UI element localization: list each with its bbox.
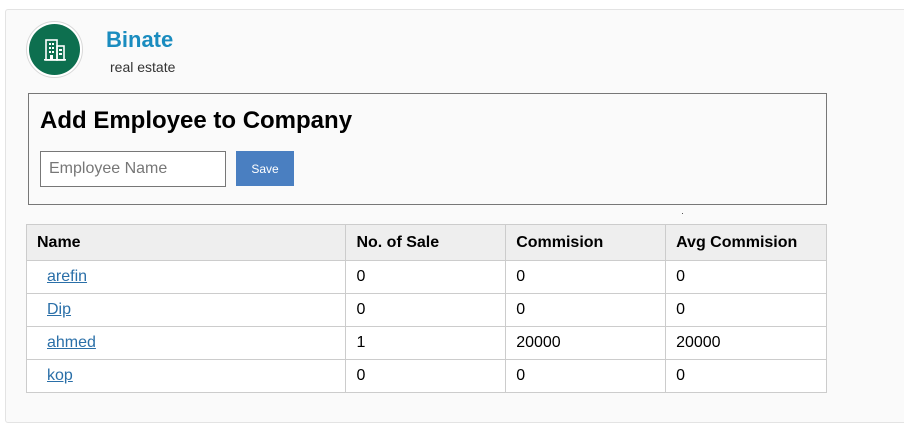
company-page: Binate real estate Add Employee to Compa… xyxy=(5,9,904,423)
avg-commision-cell: 20000 xyxy=(665,326,827,360)
avg-commision-cell: 0 xyxy=(665,293,827,327)
add-employee-title: Add Employee to Company xyxy=(40,107,353,134)
save-button[interactable]: Save xyxy=(236,151,294,186)
commision-cell: 20000 xyxy=(505,326,667,360)
add-employee-panel: Add Employee to Company Save xyxy=(28,93,827,205)
building-icon xyxy=(29,24,80,75)
employee-name-input[interactable] xyxy=(40,151,226,187)
header-sales: No. of Sale xyxy=(345,224,507,261)
header-name: Name xyxy=(25,224,347,261)
company-type: real estate xyxy=(110,59,176,75)
table-row: arefin 0 0 0 xyxy=(25,260,827,294)
header-commision: Commision xyxy=(505,224,667,261)
employee-table: Name No. of Sale Commision Avg Commision… xyxy=(25,224,827,393)
sales-cell: 0 xyxy=(345,359,507,393)
table-row: kop 0 0 0 xyxy=(25,359,827,393)
sales-cell: 0 xyxy=(345,260,507,294)
commision-cell: 0 xyxy=(505,359,667,393)
table-header-row: Name No. of Sale Commision Avg Commision xyxy=(25,224,827,261)
employee-link[interactable]: ahmed xyxy=(47,334,96,351)
avg-commision-cell: 0 xyxy=(665,260,827,294)
sales-cell: 1 xyxy=(345,326,507,360)
commision-cell: 0 xyxy=(505,260,667,294)
employee-link[interactable]: arefin xyxy=(47,268,87,285)
avg-commision-cell: 0 xyxy=(665,359,827,393)
employee-name-cell: kop xyxy=(25,359,347,393)
divider-dot xyxy=(682,213,683,214)
employee-name-cell: Dip xyxy=(25,293,347,327)
header-avg-commision: Avg Commision xyxy=(665,224,827,261)
company-name: Binate xyxy=(106,27,174,52)
employee-name-cell: ahmed xyxy=(25,326,347,360)
employee-link[interactable]: Dip xyxy=(47,301,71,318)
commision-cell: 0 xyxy=(505,293,667,327)
company-logo xyxy=(26,21,83,78)
table-row: Dip 0 0 0 xyxy=(25,293,827,327)
employee-name-cell: arefin xyxy=(25,260,347,294)
employee-link[interactable]: kop xyxy=(47,367,73,384)
sales-cell: 0 xyxy=(345,293,507,327)
table-row: ahmed 1 20000 20000 xyxy=(25,326,827,360)
